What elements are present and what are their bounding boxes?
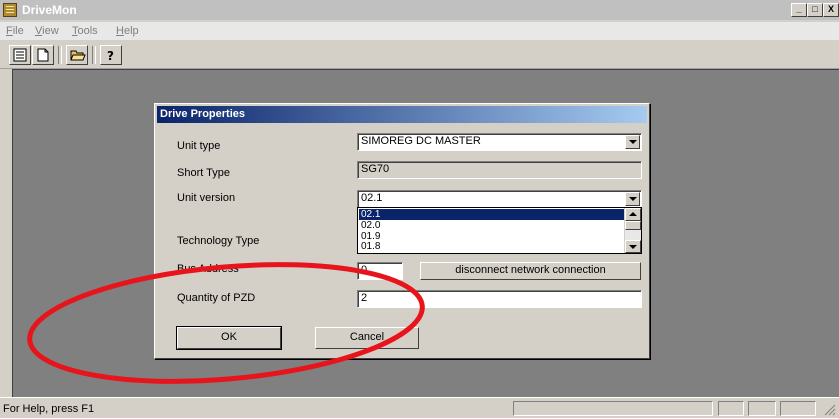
bus-address-input[interactable]: 0 xyxy=(357,262,403,280)
pzd-quantity-label: Quantity of PZD xyxy=(177,292,256,304)
status-pane xyxy=(748,401,776,416)
unit-version-value: 02.1 xyxy=(361,192,383,204)
status-text: For Help, press F1 xyxy=(3,403,95,415)
drive-properties-dialog: Drive Properties Unit type SIMOREG DC MA… xyxy=(154,103,650,359)
bus-address-value: 0 xyxy=(361,264,368,276)
toolbar: ? xyxy=(0,41,839,69)
app-icon xyxy=(3,3,17,17)
dropdown-scrollbar[interactable] xyxy=(624,208,641,253)
maximize-button[interactable]: □ xyxy=(807,3,823,17)
menu-help[interactable]: Help xyxy=(116,25,139,37)
menu-view[interactable]: View xyxy=(35,25,59,37)
status-pane xyxy=(513,401,713,416)
menu-file[interactable]: File xyxy=(6,25,24,37)
help-icon[interactable]: ? xyxy=(100,45,122,65)
status-bar: For Help, press F1 xyxy=(0,397,839,418)
new-document-icon[interactable] xyxy=(32,45,54,65)
client-margin xyxy=(0,69,12,397)
app-title: DriveMon xyxy=(22,3,77,17)
short-type-label: Short Type xyxy=(177,167,230,179)
menu-bar: File View Tools Help xyxy=(0,22,839,40)
unit-type-label: Unit type xyxy=(177,140,221,152)
app-window: DriveMon _ □ X File View Tools Help ? Dr… xyxy=(0,0,839,418)
unit-version-combo[interactable]: 02.1 xyxy=(357,190,642,208)
scroll-thumb[interactable] xyxy=(625,221,641,230)
pzd-quantity-input[interactable]: 2 xyxy=(357,290,642,308)
ok-button[interactable]: OK xyxy=(176,326,282,350)
pzd-quantity-value: 2 xyxy=(361,292,368,304)
title-bar[interactable]: DriveMon _ □ X xyxy=(0,0,839,20)
dropdown-option[interactable]: 02.1 xyxy=(359,209,625,220)
unit-version-label: Unit version xyxy=(177,192,236,204)
unit-type-value: SIMOREG DC MASTER xyxy=(361,135,481,147)
status-pane xyxy=(780,401,816,416)
resize-grip-icon[interactable] xyxy=(822,402,836,416)
cancel-button[interactable]: Cancel xyxy=(315,327,419,349)
disconnect-network-button[interactable]: disconnect network connection xyxy=(420,262,641,280)
dropdown-option[interactable]: 02.0 xyxy=(359,220,625,231)
scroll-up-icon[interactable] xyxy=(625,208,641,221)
unit-type-combo[interactable]: SIMOREG DC MASTER xyxy=(357,133,642,151)
minimize-button[interactable]: _ xyxy=(791,3,807,17)
chevron-down-icon[interactable] xyxy=(625,135,640,149)
list-icon[interactable] xyxy=(9,45,31,65)
dropdown-option[interactable]: 01.8 xyxy=(359,241,625,252)
dialog-title: Drive Properties xyxy=(160,108,245,120)
status-pane xyxy=(718,401,744,416)
unit-version-dropdown[interactable]: 02.1 02.0 01.9 01.8 xyxy=(357,207,642,254)
svg-text:?: ? xyxy=(107,49,114,62)
chevron-down-icon[interactable] xyxy=(625,192,640,206)
open-folder-icon[interactable] xyxy=(66,45,88,65)
short-type-field: SG70 xyxy=(357,161,642,179)
close-button[interactable]: X xyxy=(823,3,839,17)
short-type-value: SG70 xyxy=(361,163,390,175)
technology-type-label: Technology Type xyxy=(177,235,260,247)
menu-tools[interactable]: Tools xyxy=(72,25,98,37)
dialog-title-bar[interactable]: Drive Properties xyxy=(157,106,647,123)
scroll-down-icon[interactable] xyxy=(625,240,641,253)
bus-address-label: Bus Address xyxy=(177,263,239,275)
